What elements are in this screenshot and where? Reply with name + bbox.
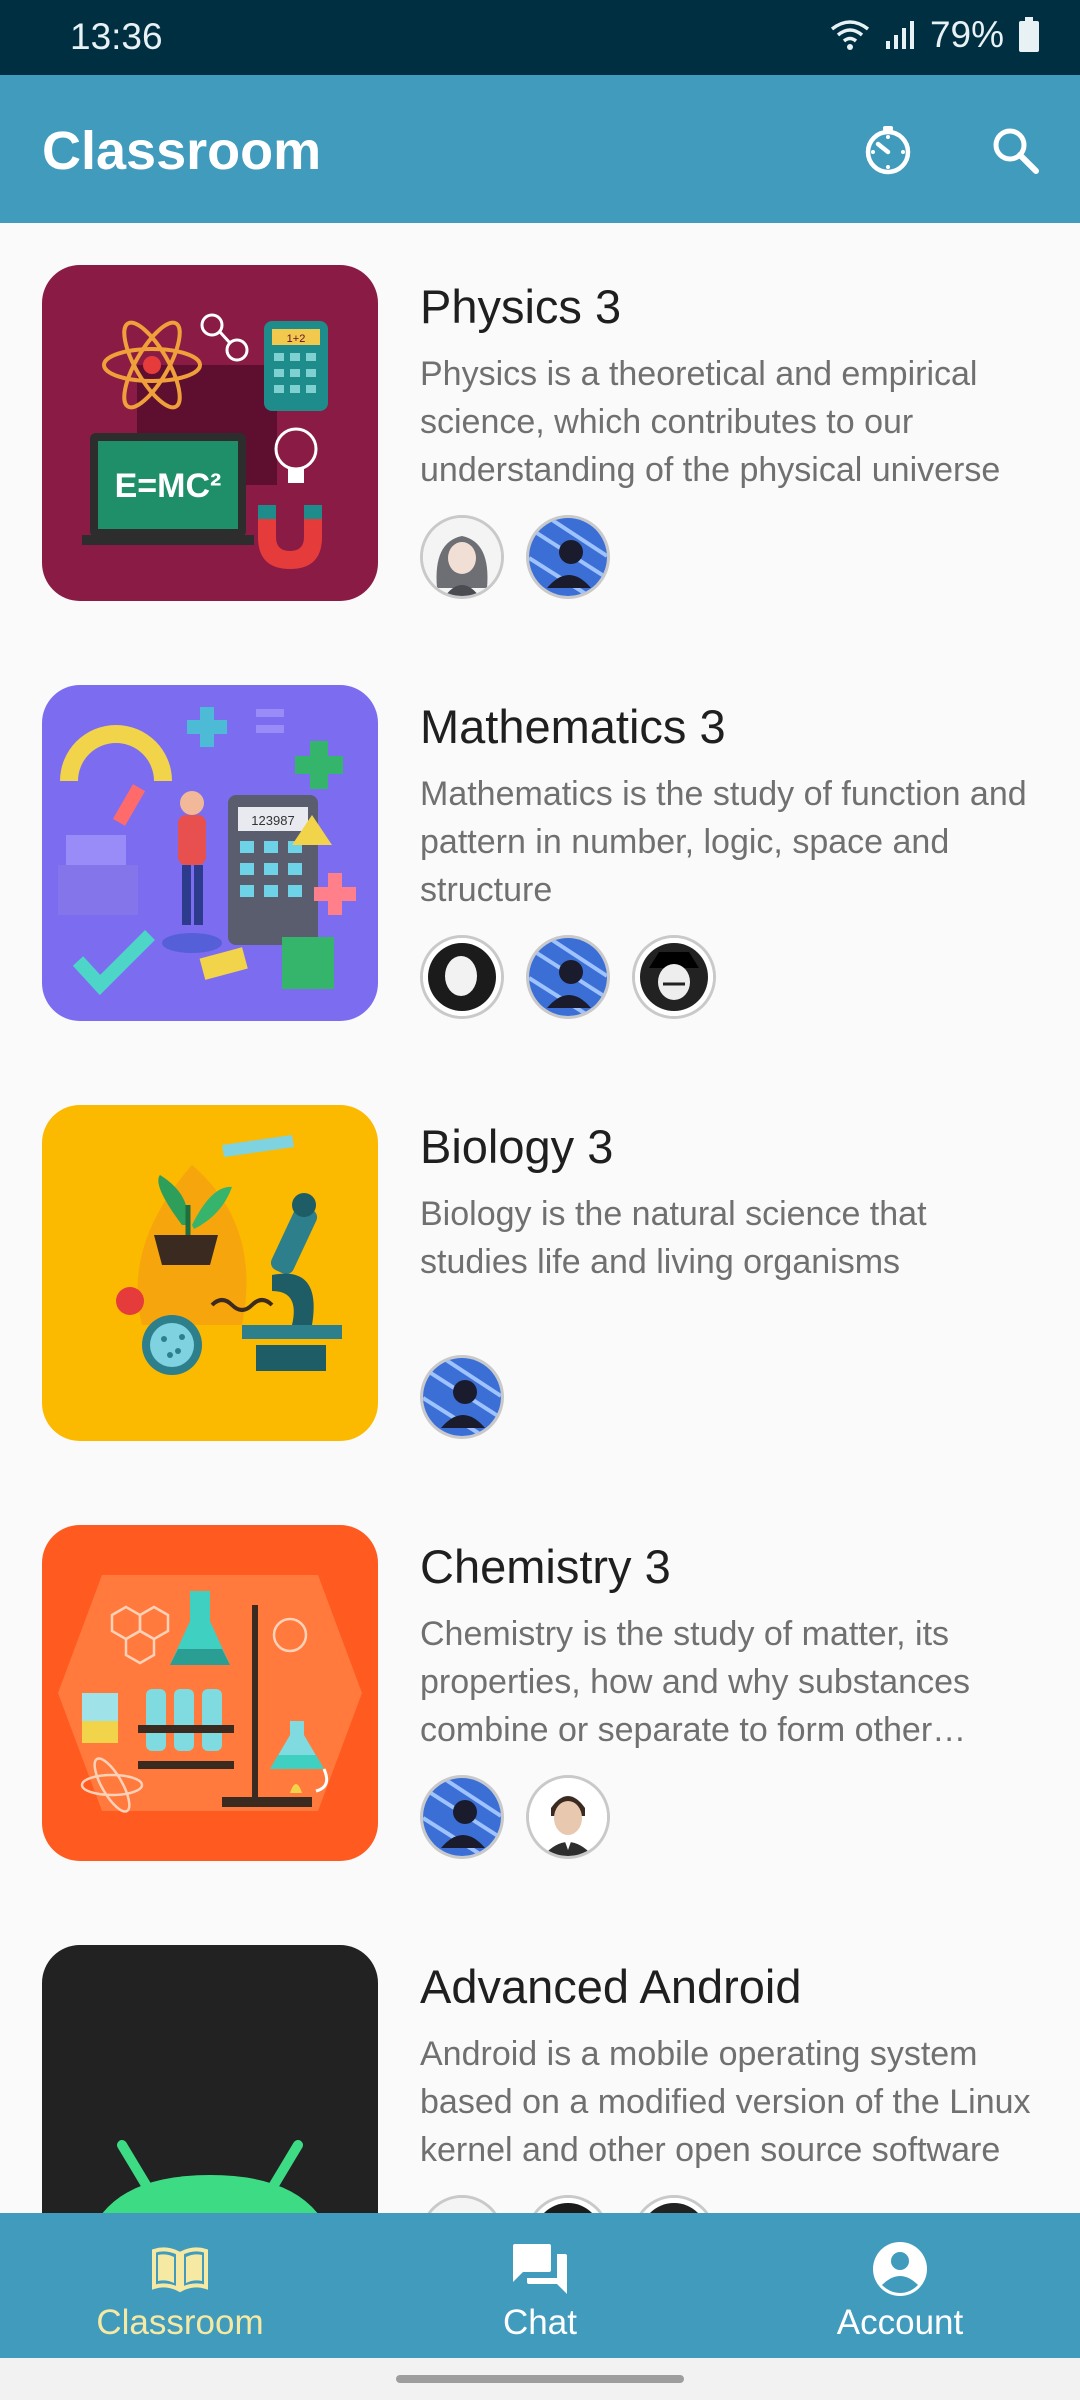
- status-bar: 13:36 79%: [0, 0, 1080, 75]
- home-gesture-handle[interactable]: [396, 2375, 684, 2383]
- app-bar: Classroom: [0, 75, 1080, 223]
- timer-icon: [865, 126, 911, 175]
- search-button[interactable]: [985, 120, 1045, 180]
- member-avatars: [420, 1355, 504, 1439]
- course-description: Chemistry is the study of matter, its pr…: [420, 1615, 970, 1749]
- wifi-icon: [830, 20, 870, 50]
- nav-label-classroom: Classroom: [96, 2303, 264, 2342]
- bottom-navigation: Classroom Chat Account: [0, 2213, 1080, 2358]
- nav-label-account: Account: [836, 2303, 964, 2342]
- calc-display-text: 1+2: [287, 333, 306, 345]
- nav-item-classroom[interactable]: Classroom: [0, 2213, 360, 2358]
- chat-icon: [513, 2244, 567, 2294]
- timer-button[interactable]: [858, 120, 918, 180]
- formula-text: E=MC²: [115, 467, 222, 505]
- avatar[interactable]: [420, 1355, 504, 1439]
- avatar[interactable]: [420, 515, 504, 599]
- member-avatars: [420, 935, 716, 1019]
- course-description: Biology is the natural science that stud…: [420, 1195, 927, 1281]
- nav-label-chat: Chat: [503, 2303, 577, 2342]
- avatar[interactable]: [420, 1775, 504, 1859]
- signal-icon: [885, 21, 914, 49]
- member-avatars: [420, 515, 610, 599]
- biology-thumbnail: [42, 1105, 378, 1441]
- avatar[interactable]: [420, 2195, 504, 2213]
- advanced-android-thumbnail: [42, 1945, 378, 2213]
- course-title: Mathematics 3: [420, 700, 726, 753]
- book-icon: [152, 2247, 208, 2293]
- search-icon: [993, 128, 1039, 174]
- course-card-physics[interactable]: 1+2 E=MC² Physics 3 Physics is a theoret…: [0, 223, 1080, 643]
- course-description: Physics is a theoretical and empirical s…: [420, 355, 1001, 489]
- avatar[interactable]: [420, 935, 504, 1019]
- course-card-chemistry[interactable]: Chemistry 3 Chemistry is the study of ma…: [0, 1483, 1080, 1903]
- avatar[interactable]: [632, 2195, 716, 2213]
- avatar[interactable]: [526, 2195, 610, 2213]
- avatar[interactable]: [526, 1775, 610, 1859]
- member-avatars: [420, 2195, 716, 2213]
- course-description: Mathematics is the study of function and…: [420, 775, 1027, 909]
- course-description: Android is a mobile operating system bas…: [420, 2035, 1031, 2169]
- avatar[interactable]: [632, 935, 716, 1019]
- nav-item-account[interactable]: Account: [720, 2213, 1080, 2358]
- course-card-mathematics[interactable]: 123987 Mathematics 3 Mathematics is the …: [0, 643, 1080, 1063]
- avatar[interactable]: [526, 515, 610, 599]
- mathematics-thumbnail: 123987: [42, 685, 378, 1021]
- course-title: Biology 3: [420, 1120, 614, 1173]
- member-avatars: [420, 1775, 610, 1859]
- course-title: Advanced Android: [420, 1960, 802, 2013]
- page-title: Classroom: [42, 121, 322, 181]
- gesture-bar-area: [0, 2358, 1080, 2400]
- status-time: 13:36: [70, 16, 163, 57]
- course-card-advanced-android[interactable]: Advanced Android Android is a mobile ope…: [0, 1903, 1080, 2213]
- status-icons: 79%: [830, 14, 1040, 56]
- course-list[interactable]: 1+2 E=MC² Physics 3 Physics is a theoret…: [0, 223, 1080, 2213]
- course-card-biology[interactable]: Biology 3 Biology is the natural science…: [0, 1063, 1080, 1483]
- chemistry-thumbnail: [42, 1525, 378, 1861]
- course-title: Chemistry 3: [420, 1540, 671, 1593]
- battery-percent: 79%: [929, 14, 1004, 55]
- nav-item-chat[interactable]: Chat: [360, 2213, 720, 2358]
- avatar[interactable]: [526, 935, 610, 1019]
- account-circle-icon: [873, 2242, 927, 2296]
- battery-icon: [1019, 17, 1039, 52]
- course-title: Physics 3: [420, 280, 622, 333]
- calc-display-text: 123987: [251, 813, 294, 828]
- physics-thumbnail: 1+2 E=MC²: [42, 265, 378, 601]
